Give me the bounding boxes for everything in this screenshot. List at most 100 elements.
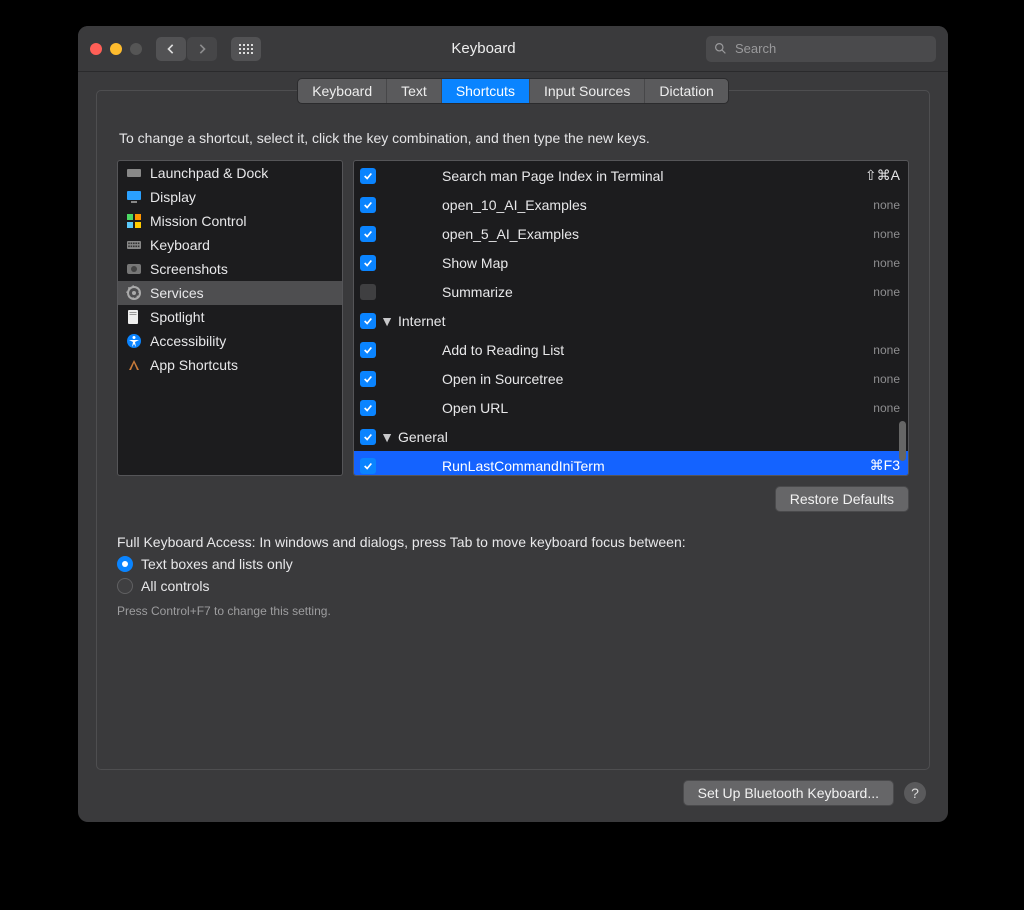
minimize-icon[interactable] (110, 43, 122, 55)
checkbox[interactable] (360, 458, 376, 474)
service-label: open_5_AI_Examples (442, 226, 844, 242)
service-label: open_10_AI_Examples (442, 197, 844, 213)
radio-button[interactable] (117, 556, 133, 572)
nav-buttons (156, 37, 217, 61)
close-icon[interactable] (90, 43, 102, 55)
restore-defaults-button[interactable]: Restore Defaults (775, 486, 909, 512)
tab-dictation[interactable]: Dictation (645, 79, 727, 103)
tab-keyboard[interactable]: Keyboard (298, 79, 387, 103)
service-row[interactable]: Summarize none (354, 277, 908, 306)
sidebar-item-launchpad-dock[interactable]: Launchpad & Dock (118, 161, 342, 185)
tab-bar: KeyboardTextShortcutsInput SourcesDictat… (297, 78, 729, 104)
disclosure-triangle-icon[interactable]: ▼ (382, 313, 392, 329)
sidebar-item-mission-control[interactable]: Mission Control (118, 209, 342, 233)
appshortcuts-icon (126, 357, 142, 373)
sidebar-item-keyboard[interactable]: Keyboard (118, 233, 342, 257)
bluetooth-keyboard-button[interactable]: Set Up Bluetooth Keyboard... (683, 780, 894, 806)
shortcut-value[interactable]: none (850, 198, 900, 212)
service-label: Show Map (442, 255, 844, 271)
service-row[interactable]: Open in Sourcetree none (354, 364, 908, 393)
help-button[interactable]: ? (904, 782, 926, 804)
search-icon (714, 42, 727, 55)
shortcut-value[interactable]: none (850, 227, 900, 241)
sidebar-item-spotlight[interactable]: Spotlight (118, 305, 342, 329)
service-label: Internet (398, 313, 900, 329)
checkbox[interactable] (360, 313, 376, 329)
shortcut-value[interactable]: none (850, 343, 900, 357)
window-title: Keyboard (269, 40, 698, 57)
sidebar-item-label: Screenshots (150, 261, 228, 277)
service-row[interactable]: Open URLnone (354, 393, 908, 422)
service-row[interactable]: open_10_AI_Examples none (354, 190, 908, 219)
sidebar-item-screenshots[interactable]: Screenshots (118, 257, 342, 281)
shortcut-value[interactable]: ⇧⌘A (850, 167, 900, 184)
service-row[interactable]: ▼ General (354, 422, 908, 451)
content-frame: KeyboardTextShortcutsInput SourcesDictat… (96, 90, 930, 770)
checkbox[interactable] (360, 226, 376, 242)
service-label: Summarize (442, 284, 844, 300)
service-label: Add to Reading List (442, 342, 844, 358)
checkbox[interactable] (360, 429, 376, 445)
radio-button[interactable] (117, 578, 133, 594)
tab-input-sources[interactable]: Input Sources (530, 79, 645, 103)
spotlight-icon (126, 309, 142, 325)
service-label: General (398, 429, 900, 445)
checkbox[interactable] (360, 371, 376, 387)
service-row[interactable]: Show Map none (354, 248, 908, 277)
keyboard-icon (126, 237, 142, 253)
full-keyboard-access-text: Full Keyboard Access: In windows and dia… (117, 534, 909, 550)
checkbox[interactable] (360, 168, 376, 184)
titlebar: Keyboard (78, 26, 948, 72)
services-icon (126, 285, 142, 301)
sidebar-item-label: App Shortcuts (150, 357, 238, 373)
service-row[interactable]: Search man Page Index in Terminal ⇧⌘A (354, 161, 908, 190)
footer: Set Up Bluetooth Keyboard... ? (96, 770, 930, 808)
search-field[interactable] (706, 36, 936, 62)
display-icon (126, 189, 142, 205)
sidebar-item-label: Accessibility (150, 333, 226, 349)
service-label: Search man Page Index in Terminal (442, 168, 844, 184)
service-label: RunLastCommandIniTerm (442, 458, 844, 474)
sidebar-item-accessibility[interactable]: Accessibility (118, 329, 342, 353)
sidebar-item-label: Services (150, 285, 204, 301)
service-row[interactable]: RunLastCommandIniTerm ⌘F3 (354, 451, 908, 475)
sidebar-item-label: Keyboard (150, 237, 210, 253)
disclosure-triangle-icon[interactable]: ▼ (382, 429, 392, 445)
fka-option[interactable]: Text boxes and lists only (117, 556, 909, 572)
instruction-text: To change a shortcut, select it, click t… (119, 130, 907, 146)
service-label: Open in Sourcetree (442, 371, 844, 387)
checkbox[interactable] (360, 284, 376, 300)
sidebar-item-display[interactable]: Display (118, 185, 342, 209)
shortcut-value[interactable]: none (850, 285, 900, 299)
fka-hint: Press Control+F7 to change this setting. (117, 604, 909, 618)
back-button[interactable] (156, 37, 186, 61)
fka-option[interactable]: All controls (117, 578, 909, 594)
sidebar-item-app-shortcuts[interactable]: App Shortcuts (118, 353, 342, 377)
service-row[interactable]: ▼ Internet (354, 306, 908, 335)
sidebar-item-label: Display (150, 189, 196, 205)
screenshots-icon (126, 261, 142, 277)
zoom-icon[interactable] (130, 43, 142, 55)
mission-icon (126, 213, 142, 229)
service-row[interactable]: Add to Reading List none (354, 335, 908, 364)
radio-label: All controls (141, 578, 209, 594)
checkbox[interactable] (360, 400, 376, 416)
shortcut-value[interactable]: ⌘F3 (850, 457, 900, 474)
shortcut-value[interactable]: none (850, 256, 900, 270)
show-all-button[interactable] (231, 37, 261, 61)
scrollbar-thumb[interactable] (899, 421, 906, 461)
checkbox[interactable] (360, 342, 376, 358)
forward-button[interactable] (187, 37, 217, 61)
category-list[interactable]: Launchpad & Dock Display Mission Control Ke… (117, 160, 343, 476)
search-input[interactable] (733, 40, 928, 57)
tab-text[interactable]: Text (387, 79, 442, 103)
sidebar-item-services[interactable]: Services (118, 281, 342, 305)
shortcut-value[interactable]: none (850, 372, 900, 386)
tab-shortcuts[interactable]: Shortcuts (442, 79, 530, 103)
shortcut-value[interactable]: none (850, 401, 900, 415)
body: KeyboardTextShortcutsInput SourcesDictat… (78, 72, 948, 822)
service-row[interactable]: open_5_AI_Examples none (354, 219, 908, 248)
checkbox[interactable] (360, 197, 376, 213)
services-list[interactable]: Search man Page Index in Terminal ⇧⌘A open… (353, 160, 909, 476)
checkbox[interactable] (360, 255, 376, 271)
